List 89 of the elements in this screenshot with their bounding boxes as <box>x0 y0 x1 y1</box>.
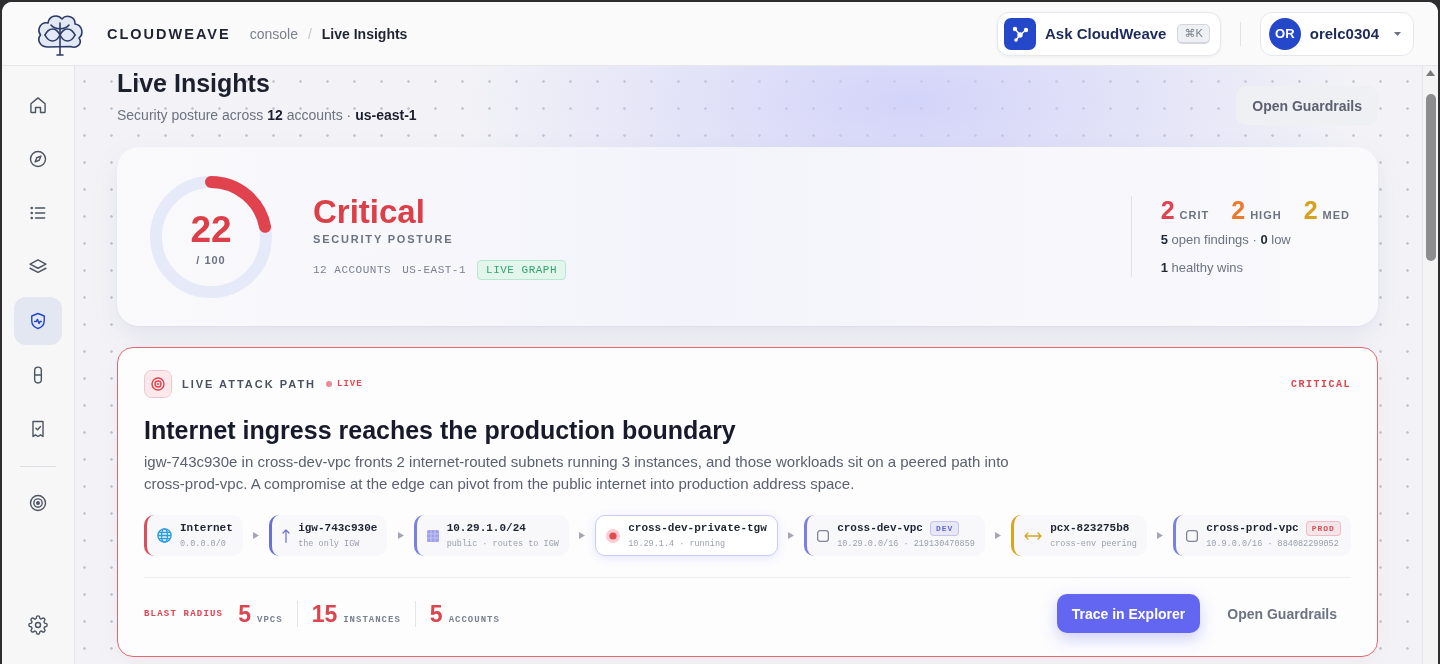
wins-summary: 1 healthy wins <box>1160 259 1245 277</box>
square-outline-icon <box>1186 529 1199 542</box>
impact-unit: INSTANCES <box>343 614 401 625</box>
node-title: 10.29.1.0/24 <box>446 521 526 536</box>
path-node[interactable]: cross-prod-vpc PROD 10.9.0.0/16 · 884082299052 <box>1173 515 1351 556</box>
score-max-label: / 100 <box>195 254 227 266</box>
posture-label: SECURITY POSTURE <box>313 233 455 245</box>
target-icon <box>28 493 48 513</box>
node-detail: the only IGW <box>298 538 361 550</box>
shield-icon <box>28 311 48 331</box>
network-nodes-icon <box>1004 17 1036 50</box>
breadcrumb-link[interactable]: console <box>249 25 298 42</box>
node-title: cross-dev-private-tgw <box>628 521 767 536</box>
path-node[interactable]: Internet 0.0.0.0/0 <box>144 515 243 556</box>
brand-name: CLOUDWEAVE <box>107 25 231 42</box>
node-title: Internet <box>180 521 233 536</box>
page-subtitle: Security posture across 12 accounts · us-east-1 <box>117 106 417 125</box>
node-detail: public · routes to IGW <box>446 538 559 550</box>
node-detail: 10.9.0.0/16 · 884082299052 <box>1206 538 1340 550</box>
node-detail: cross-env peering <box>1050 538 1137 550</box>
severity-count: 2 <box>1303 196 1318 224</box>
impact-unit: VPCS <box>257 614 283 625</box>
breadcrumb-separator: / <box>307 25 312 42</box>
node-detail: 10.29.1.4 · running <box>628 538 727 550</box>
path-node[interactable]: cross-dev-private-tgw 10.29.1.4 · running <box>595 515 778 556</box>
severity-count: 2 <box>1160 196 1175 224</box>
env-badge: PROD <box>1305 521 1341 536</box>
status-badge: LIVE GRAPH <box>477 260 567 280</box>
caret-right-icon <box>787 532 794 539</box>
trace-button[interactable]: Trace in Explorer <box>1056 594 1201 633</box>
globe-icon <box>157 528 172 543</box>
caret-right-icon <box>579 532 586 539</box>
page-title: Live Insights <box>117 68 271 98</box>
severity-label: MED <box>1322 209 1350 221</box>
target-icon <box>144 370 172 398</box>
node-title: cross-prod-vpc <box>1206 521 1299 536</box>
square-outline-icon <box>817 529 830 542</box>
path-node[interactable]: 10.29.1.0/24 public · routes to IGW <box>413 515 569 556</box>
live-label: LIVE <box>337 379 363 389</box>
section-title: LIVE ATTACK PATH <box>182 378 317 390</box>
open-guardrails-button[interactable]: Open Guardrails <box>1236 86 1378 125</box>
attack-path-heading: Internet ingress reaches the production boundary <box>144 415 737 446</box>
risk-level-label: CRITICAL <box>1291 378 1351 390</box>
node-title: igw-743c930e <box>298 521 378 536</box>
user-menu-button[interactable]: OR orelc0304 <box>1259 11 1414 56</box>
caret-down-icon <box>1394 31 1401 36</box>
caret-right-icon <box>397 532 404 539</box>
node-detail: 0.0.0.0/0 <box>180 538 227 550</box>
env-badge: DEV <box>929 521 960 536</box>
impact-count: 15 <box>311 599 338 628</box>
blast-radius-label: BLAST RADIUS <box>144 608 224 619</box>
severity-label: CRIT <box>1179 209 1210 221</box>
node-title: cross-dev-vpc <box>837 521 923 536</box>
caret-right-icon <box>995 532 1001 539</box>
double-arrow-icon <box>1024 531 1043 540</box>
home-icon <box>28 95 48 115</box>
arrow-up-icon <box>282 528 291 543</box>
ask-assistant-button[interactable]: Ask CloudWeave ⌘K <box>997 11 1221 56</box>
node-detail: 10.29.0.0/16 · 219130470859 <box>837 538 975 550</box>
attack-path-description: igw-743c930e in cross-dev-vpc fronts 2 internet-routed subnets running 3 instances, and those workloads sit on a peered path into cross-prod-vpc. A compromise at the edge can pivot from the public internet into production address space. <box>144 452 1010 494</box>
shortcut-key: ⌘K <box>1177 23 1210 44</box>
node-title: pcx-823275b8 <box>1050 521 1130 536</box>
grid-icon <box>426 529 439 542</box>
impact-count: 5 <box>429 599 443 628</box>
scrollbar-thumb[interactable] <box>1425 94 1436 261</box>
meta-label: US-EAST-1 <box>402 264 467 276</box>
impact-unit: ACCOUNTS <box>448 614 500 625</box>
meta-label: 12 ACCOUNTS <box>313 264 392 276</box>
posture-rating: Critical <box>313 193 426 231</box>
severity-count: 2 <box>1231 196 1246 224</box>
severity-label: HIGH <box>1250 209 1282 221</box>
path-node[interactable]: igw-743c930e the only IGW <box>269 515 388 556</box>
open-guardrails-button[interactable]: Open Guardrails <box>1213 594 1351 633</box>
score-value: 22 <box>190 211 232 249</box>
findings-summary: 5 open findings · 0 low <box>1160 231 1292 249</box>
path-node[interactable]: cross-dev-vpc DEV 10.29.0.0/16 · 219130470859 <box>804 515 985 556</box>
scrollbar[interactable] <box>1422 66 1438 664</box>
impact-count: 5 <box>238 599 251 628</box>
live-dot-icon <box>326 381 333 387</box>
path-node[interactable]: pcx-823275b8 cross-env peering <box>1011 515 1147 556</box>
settings-icon <box>28 615 48 635</box>
caret-right-icon <box>252 532 259 539</box>
scroll-up-arrow-icon[interactable] <box>1426 70 1435 76</box>
breadcrumb-current: Live Insights <box>321 25 408 42</box>
sidebar-item[interactable] <box>14 297 62 345</box>
caret-right-icon <box>1157 532 1164 539</box>
compass-icon <box>28 149 48 169</box>
user-avatar: OR <box>1268 17 1301 50</box>
target-dot-icon <box>606 528 621 543</box>
